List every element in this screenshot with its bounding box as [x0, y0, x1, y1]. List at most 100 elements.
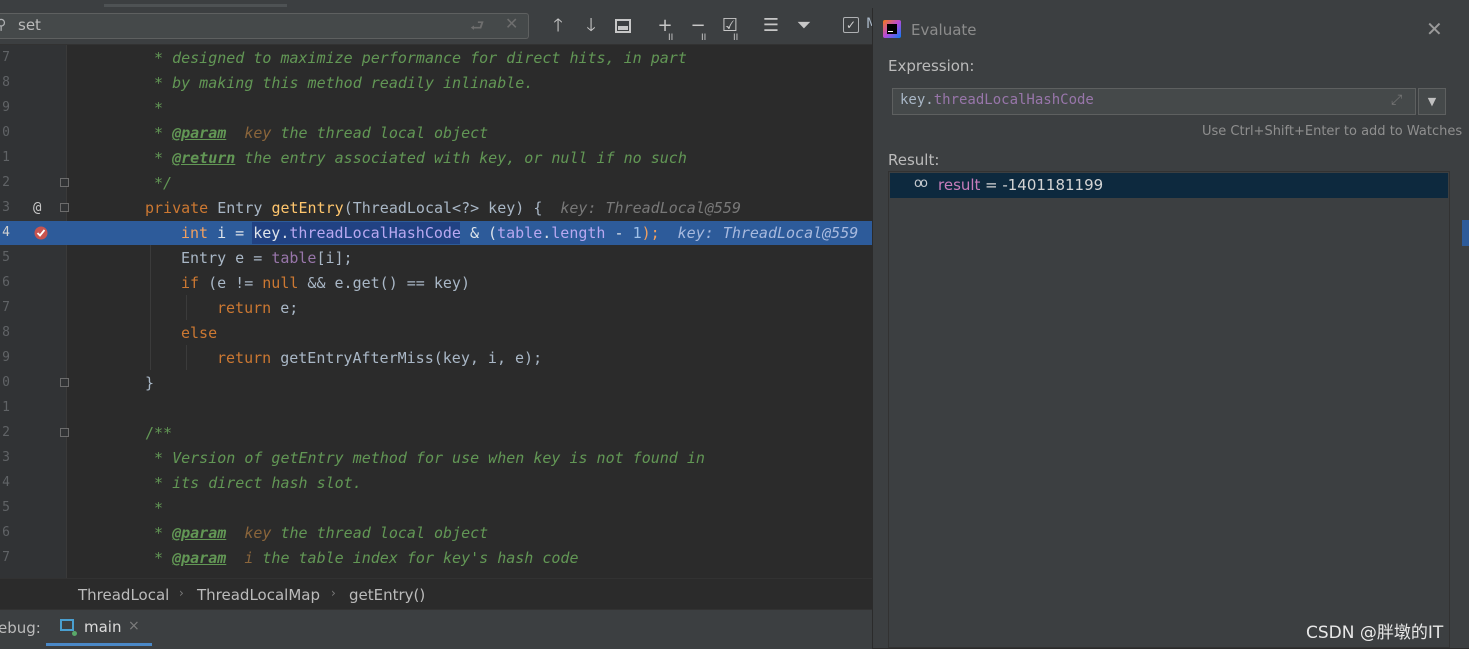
close-tab-icon[interactable]: ×: [128, 618, 140, 634]
expression-value: key.threadLocalHashCode: [900, 92, 1094, 108]
code-line: return e;: [217, 299, 299, 317]
code-line: * Version of getEntry method for use whe…: [145, 449, 705, 467]
line-number: 5: [2, 500, 10, 515]
find-toolbar: ⚲ ⮐ ✕ 🡑 🡓 +II −II ☑II ☰ ⏷ ✓ M: [0, 8, 878, 45]
expression-label: Expression:: [888, 57, 975, 75]
new-line-icon[interactable]: ⮐: [470, 15, 484, 42]
result-tree[interactable]: oo result = -1401181199: [888, 171, 1450, 648]
line-number: 2: [2, 425, 10, 440]
debug-tool-window-bar: ebug: main ×: [0, 609, 872, 649]
code-line: * @param i the table index for key's has…: [145, 549, 579, 567]
match-case-checkbox[interactable]: ✓: [843, 17, 859, 33]
indent-guide: [150, 245, 151, 370]
dialog-title-bar[interactable]: Evaluate ✕: [873, 8, 1469, 44]
debug-label: ebug:: [0, 619, 41, 637]
history-dropdown-button[interactable]: ▼: [1418, 88, 1446, 115]
select-all-occurrences-button[interactable]: [610, 13, 636, 39]
implements-marker-icon[interactable]: @: [33, 200, 41, 216]
close-icon[interactable]: ✕: [1426, 17, 1443, 41]
top-tab-strip: [0, 0, 1469, 8]
line-number: 1: [2, 150, 10, 165]
result-value: = -1401181199: [985, 176, 1104, 194]
glasses-icon: oo: [914, 176, 928, 191]
indent-guide: [186, 345, 187, 370]
scroll-marker: [1462, 220, 1469, 246]
line-number: 6: [2, 275, 10, 290]
expand-icon[interactable]: ⤢: [1391, 92, 1402, 108]
dialog-title: Evaluate: [911, 21, 977, 39]
code-line: /**: [145, 424, 173, 442]
watch-hint: Use Ctrl+Shift+Enter to add to Watches: [1202, 124, 1463, 139]
code-editor[interactable]: 7 8 9 0 1 2 3 4 5 6 7 8 9 0 1 2 3 4 5 6 …: [0, 45, 872, 578]
tab-indicator: [104, 4, 287, 7]
breadcrumb-separator-icon: ›: [179, 586, 184, 600]
code-line: *: [145, 499, 164, 517]
breadcrumb-item[interactable]: getEntry(): [349, 586, 425, 604]
line-number: 2: [2, 175, 10, 190]
line-number: 1: [2, 400, 10, 415]
inline-debug-value: key: ThreadLocal@559: [677, 224, 859, 242]
breadcrumb-item[interactable]: ThreadLocalMap: [197, 586, 320, 604]
result-name: result: [938, 176, 981, 194]
line-number-current: 4: [2, 225, 10, 240]
filter-options-icon[interactable]: ☰: [758, 13, 784, 39]
previous-occurrence-button[interactable]: 🡑: [545, 13, 571, 39]
line-number: 0: [2, 375, 10, 390]
intellij-logo-icon: [883, 20, 901, 38]
watermark: CSDN @胖墩的IT: [1306, 623, 1444, 643]
editor-gutter[interactable]: [0, 45, 67, 578]
search-icon[interactable]: ⚲: [0, 17, 6, 33]
line-number: 6: [2, 525, 10, 540]
line-number: 7: [2, 300, 10, 315]
breadcrumb: ThreadLocal › ThreadLocalMap › getEntry(…: [0, 578, 872, 610]
fold-marker-icon[interactable]: [60, 178, 69, 187]
line-number: 7: [2, 550, 10, 565]
breadcrumb-separator-icon: ›: [331, 586, 336, 600]
code-line: return getEntryAfterMiss(key, i, e);: [217, 349, 543, 367]
next-occurrence-button[interactable]: 🡓: [578, 13, 604, 39]
result-label: Result:: [888, 151, 940, 169]
search-input[interactable]: [18, 15, 438, 35]
code-line: Entry e = table[i];: [181, 249, 353, 267]
thread-icon: [60, 619, 74, 631]
line-number: 8: [2, 75, 10, 90]
tab-label: main: [84, 618, 122, 636]
fold-marker-icon[interactable]: [60, 428, 69, 437]
code-line: private Entry getEntry(ThreadLocal<?> ke…: [145, 199, 741, 217]
code-line: }: [145, 374, 155, 392]
code-line: * designed to maximize performance for d…: [145, 49, 687, 67]
breadcrumb-item[interactable]: ThreadLocal: [78, 586, 169, 604]
fold-marker-icon[interactable]: [60, 203, 69, 212]
code-line: else: [181, 324, 218, 342]
line-number: 4: [2, 475, 10, 490]
code-line: *: [145, 99, 164, 117]
line-number: 9: [2, 350, 10, 365]
select-all-matches-icon[interactable]: ☑ II: [717, 13, 743, 43]
line-number: 9: [2, 100, 10, 115]
add-selection-next-icon[interactable]: + II: [652, 13, 678, 43]
expression-input[interactable]: key.threadLocalHashCode ⤢: [892, 88, 1416, 115]
filter-icon[interactable]: ⏷: [791, 13, 817, 39]
line-number: 5: [2, 250, 10, 265]
line-number: 7: [2, 50, 10, 65]
result-row[interactable]: oo result = -1401181199: [890, 173, 1448, 198]
line-number: 3: [2, 450, 10, 465]
code-line: * @param key the thread local object: [145, 524, 489, 542]
code-line: * @param key the thread local object: [145, 124, 489, 142]
remove-selection-icon[interactable]: − II: [685, 13, 711, 43]
fold-marker-icon[interactable]: [60, 378, 69, 387]
code-line: * by making this method readily inlinabl…: [145, 74, 534, 92]
code-line: if (e != null && e.get() == key): [181, 274, 470, 292]
tab-main[interactable]: main ×: [46, 610, 152, 646]
code-line: * @return the entry associated with key,…: [145, 149, 687, 167]
breakpoint-icon[interactable]: [34, 226, 48, 240]
inline-debug-value: key: ThreadLocal@559: [560, 199, 741, 217]
indent-guide: [186, 295, 187, 320]
line-number: 8: [2, 325, 10, 340]
clear-search-icon[interactable]: ✕: [505, 14, 518, 33]
evaluate-dialog: Evaluate ✕ Expression: key.threadLocalHa…: [872, 8, 1469, 648]
code-line-current: int i = key.threadLocalHashCode & (table…: [181, 224, 859, 242]
running-indicator-icon: [72, 631, 77, 636]
line-number: 0: [2, 125, 10, 140]
search-box: ⚲ ⮐ ✕: [0, 13, 529, 39]
